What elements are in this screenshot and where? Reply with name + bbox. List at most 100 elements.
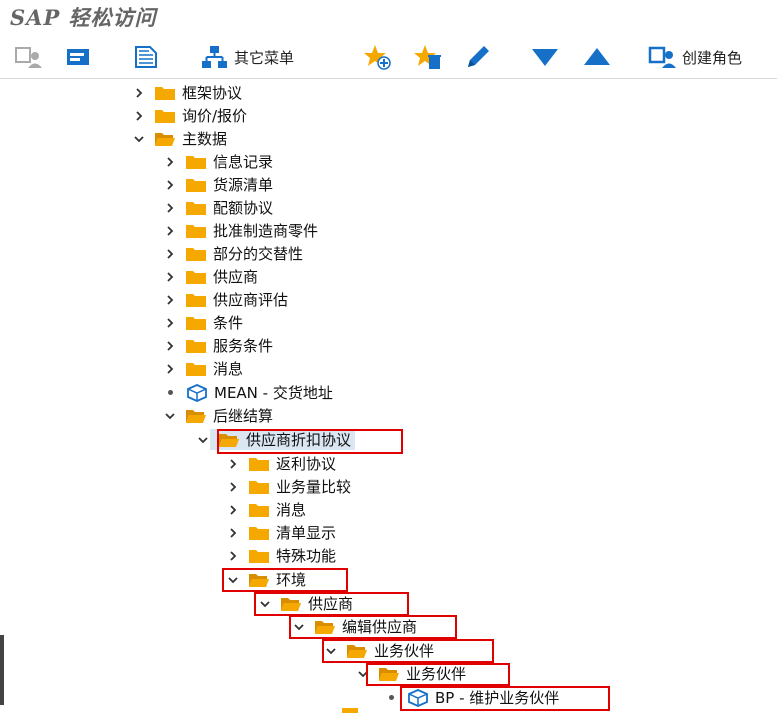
chevron-right-icon[interactable] [163,339,177,353]
tree-node[interactable]: 供应商评估 [163,288,288,311]
tree-node[interactable]: 特殊功能 [226,544,336,567]
create-role-button[interactable]: 创建角色 [648,42,742,72]
tree-node[interactable]: 供应商 [163,265,258,288]
other-menu-button[interactable]: 其它菜单 [200,42,294,72]
highlight-box [217,429,403,454]
folder-icon [249,549,269,563]
triangle-down-icon [532,49,558,66]
tree-node-label: 询价/报价 [182,107,248,125]
tree-node-label: 业务量比较 [276,478,352,496]
tree-node[interactable]: 询价/报价 [132,104,247,127]
tree-node-label: 信息记录 [213,153,274,171]
window-edge [0,635,4,705]
tree-node[interactable]: 部分的交替性 [163,242,303,265]
edit-favorite-button[interactable] [464,42,494,72]
move-up-button[interactable] [582,42,612,72]
tree-node-label: 条件 [213,314,244,332]
chevron-right-icon[interactable] [163,224,177,238]
other-menu-label: 其它菜单 [234,48,295,67]
chevron-right-icon[interactable] [163,178,177,192]
tree-node[interactable]: 后继结算 [163,404,273,427]
tree-node-label: 主数据 [182,130,228,148]
folder-icon [186,247,206,261]
tree-node[interactable]: 清单显示 [226,521,336,544]
tree-node[interactable]: 消息 [163,357,243,380]
tree-node[interactable]: 条件 [163,311,243,334]
highlight-box [366,663,510,686]
chevron-down-icon[interactable] [196,433,210,447]
workplace-icon [135,46,157,68]
tree-node-label: 后继结算 [213,407,274,425]
business-workplace-button[interactable] [130,42,160,72]
tree-node[interactable]: 业务量比较 [226,475,351,498]
chevron-right-icon[interactable] [163,155,177,169]
tree-node-label: 供应商 [213,268,259,286]
sap-menu-icon [67,49,89,65]
transaction-icon [187,383,207,402]
tree-node[interactable]: 框架协议 [132,81,242,104]
tree-node-transaction[interactable]: MEAN - 交货地址 [163,381,333,404]
chevron-right-icon[interactable] [163,247,177,261]
chevron-down-icon[interactable] [163,409,177,423]
tree-node[interactable]: 批准制造商零件 [163,219,318,242]
folder-icon [186,201,206,215]
create-role-icon [648,46,676,68]
chevron-right-icon[interactable] [132,109,146,123]
tree-node-label: 批准制造商零件 [213,222,319,240]
delete-favorite-button[interactable] [412,42,444,72]
folder-icon [186,155,206,169]
chevron-right-icon[interactable] [132,86,146,100]
folder-icon [186,293,206,307]
chevron-right-icon[interactable] [226,526,240,540]
hierarchy-icon [202,46,227,68]
tree-node[interactable]: 返利协议 [226,452,336,475]
folder-icon [186,224,206,238]
tree-node-label: 货源清单 [213,176,274,194]
chevron-right-icon[interactable] [163,201,177,215]
folder-icon [186,362,206,376]
folder-icon [155,109,175,123]
tree-node[interactable]: 信息记录 [163,150,273,173]
user-menu-icon [15,47,42,68]
tree-node[interactable]: 配额协议 [163,196,273,219]
triangle-up-icon [584,48,610,65]
folder-icon [186,316,206,330]
folder-icon [186,270,206,284]
move-down-button[interactable] [530,42,560,72]
bullet-dot [168,390,173,395]
chevron-right-icon[interactable] [226,457,240,471]
pencil-icon [468,46,489,67]
chevron-down-icon[interactable] [132,132,146,146]
sap-menu-button[interactable] [64,42,94,72]
user-menu-button[interactable] [14,42,44,72]
tree-node[interactable]: 主数据 [132,127,227,150]
tree-node[interactable]: 消息 [226,498,306,521]
folder-icon [186,339,206,353]
sap-menu-tree: 框架协议 询价/报价 主数据 信息记录 货源清单 配额协议 批准制造商零件 部分… [0,80,777,713]
tree-node-label: 特殊功能 [276,547,337,565]
folder-icon [186,178,206,192]
app-title: SAP 轻松访问 [10,5,157,30]
folder-partial-icon [342,708,358,713]
toolbar: 其它菜单 创建角色 [0,38,777,79]
tree-node-label: 清单显示 [276,524,337,542]
chevron-right-icon[interactable] [226,480,240,494]
chevron-right-icon[interactable] [163,293,177,307]
add-favorite-button[interactable] [362,42,394,72]
tree-node-label: 供应商评估 [213,291,289,309]
tree-node-label: 消息 [213,360,244,378]
highlight-box [289,615,457,639]
chevron-right-icon[interactable] [163,362,177,376]
chevron-right-icon[interactable] [226,503,240,517]
star-add-icon [364,45,391,70]
tree-node[interactable]: 服务条件 [163,334,273,357]
title-bar: SAP 轻松访问 [0,0,777,32]
folder-open-icon [186,409,206,423]
tree-node[interactable]: 货源清单 [163,173,273,196]
chevron-right-icon[interactable] [163,316,177,330]
tree-node-label: 框架协议 [182,84,243,102]
folder-open-icon [155,132,175,146]
chevron-right-icon[interactable] [163,270,177,284]
chevron-right-icon[interactable] [226,549,240,563]
tree-node-label: 服务条件 [213,337,274,355]
